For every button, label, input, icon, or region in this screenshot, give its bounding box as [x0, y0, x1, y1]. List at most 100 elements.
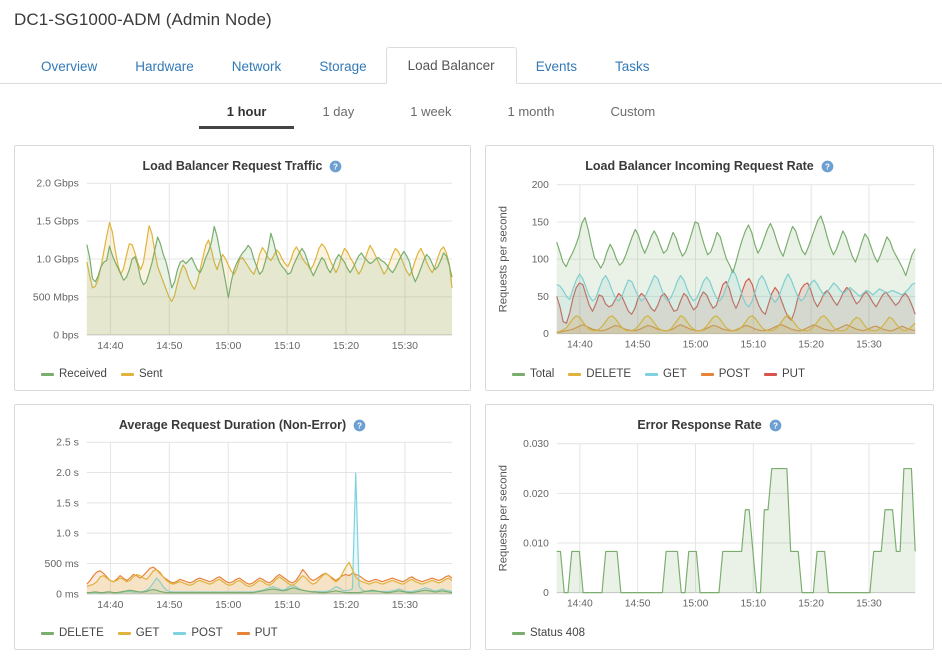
legend-load-balancer-request-traffic: Received Sent — [23, 368, 462, 380]
svg-text:?: ? — [773, 421, 778, 430]
legend-item-post[interactable]: POST — [701, 368, 750, 380]
panel-load-balancer-request-traffic: Load Balancer Request Traffic? 0 bps 500 M… — [14, 145, 471, 391]
svg-text:?: ? — [333, 162, 338, 171]
svg-text:15:00: 15:00 — [215, 600, 241, 611]
svg-text:1.5 s: 1.5 s — [56, 498, 79, 509]
svg-text:15:30: 15:30 — [392, 600, 418, 611]
svg-text:14:40: 14:40 — [567, 598, 593, 609]
legend-swatch-icon — [645, 373, 658, 376]
help-icon[interactable]: ? — [821, 160, 834, 173]
legend-label: GET — [136, 627, 160, 639]
time-range-custom[interactable]: Custom — [582, 100, 683, 129]
svg-text:15:30: 15:30 — [856, 598, 882, 609]
legend-swatch-icon — [701, 373, 714, 376]
panel-title-load-balancer-request-traffic: Load Balancer Request Traffic? — [23, 152, 462, 175]
svg-text:0 ms: 0 ms — [56, 589, 79, 600]
help-icon[interactable]: ? — [769, 419, 782, 432]
tab-load-balancer[interactable]: Load Balancer — [386, 47, 517, 84]
legend-swatch-icon — [173, 632, 186, 635]
legend-label: DELETE — [59, 627, 104, 639]
svg-text:?: ? — [357, 421, 362, 430]
legend-swatch-icon — [764, 373, 777, 376]
svg-text:1.0 Gbps: 1.0 Gbps — [36, 255, 78, 266]
help-icon[interactable]: ? — [329, 160, 342, 173]
svg-text:2.5 s: 2.5 s — [56, 438, 79, 449]
panel-title-text: Load Balancer Request Traffic — [143, 159, 323, 173]
legend-swatch-icon — [512, 373, 525, 376]
time-range-1-day[interactable]: 1 day — [294, 100, 382, 129]
svg-text:15:00: 15:00 — [683, 598, 709, 609]
svg-text:15:10: 15:10 — [274, 341, 300, 352]
svg-text:14:40: 14:40 — [97, 341, 123, 352]
legend-label: Received — [59, 368, 107, 380]
legend-item-total[interactable]: Total — [512, 368, 554, 380]
svg-text:0: 0 — [543, 329, 549, 340]
svg-text:Requests per second: Requests per second — [498, 206, 510, 312]
chart-svg-error-response-rate: 00.0100.0200.03014:4014:5015:0015:1015:2… — [494, 434, 925, 620]
svg-text:Requests per second: Requests per second — [498, 465, 510, 571]
panel-error-response-rate: Error Response Rate?00.0100.0200.03014:4… — [485, 404, 934, 650]
svg-text:15:30: 15:30 — [392, 341, 418, 352]
legend-item-get[interactable]: GET — [645, 368, 687, 380]
svg-text:14:50: 14:50 — [625, 339, 651, 350]
svg-text:2.0 s: 2.0 s — [56, 468, 79, 479]
legend-item-status-408[interactable]: Status 408 — [512, 627, 585, 639]
svg-text:14:40: 14:40 — [567, 339, 593, 350]
tab-hardware[interactable]: Hardware — [116, 49, 213, 84]
svg-text:0.020: 0.020 — [523, 489, 549, 500]
svg-text:0: 0 — [543, 588, 549, 599]
svg-text:15:10: 15:10 — [274, 600, 300, 611]
panel-title-error-response-rate: Error Response Rate? — [494, 411, 925, 434]
legend-item-delete[interactable]: DELETE — [41, 627, 104, 639]
legend-swatch-icon — [41, 373, 54, 376]
svg-text:15:00: 15:00 — [215, 341, 241, 352]
chart-svg-average-request-duration-non-error: 0 ms500 ms1.0 s1.5 s2.0 s2.5 s14:4014:50… — [23, 434, 462, 620]
svg-text:2.0 Gbps: 2.0 Gbps — [36, 179, 78, 190]
legend-label: Status 408 — [530, 627, 585, 639]
panel-title-text: Load Balancer Incoming Request Rate — [585, 159, 814, 173]
tab-tasks[interactable]: Tasks — [596, 49, 669, 84]
legend-swatch-icon — [118, 632, 131, 635]
legend-label: DELETE — [586, 368, 631, 380]
panel-average-request-duration-non-error: Average Request Duration (Non-Error)?0 m… — [14, 404, 471, 650]
svg-text:14:40: 14:40 — [97, 600, 123, 611]
tab-overview[interactable]: Overview — [22, 49, 116, 84]
svg-text:15:20: 15:20 — [333, 600, 359, 611]
svg-text:500 Mbps: 500 Mbps — [33, 292, 79, 303]
legend-swatch-icon — [121, 373, 134, 376]
svg-text:0 bps: 0 bps — [53, 330, 79, 341]
time-range-1-month[interactable]: 1 month — [479, 100, 582, 129]
svg-text:15:20: 15:20 — [798, 339, 824, 350]
svg-text:15:20: 15:20 — [333, 341, 359, 352]
legend-label: Sent — [139, 368, 163, 380]
time-range-selector: 1 hour1 day1 week1 monthCustom — [0, 100, 942, 129]
legend-item-get[interactable]: GET — [118, 627, 160, 639]
legend-label: PUT — [782, 368, 805, 380]
legend-item-put[interactable]: PUT — [237, 627, 278, 639]
legend-label: POST — [719, 368, 750, 380]
legend-label: GET — [663, 368, 687, 380]
legend-swatch-icon — [237, 632, 250, 635]
legend-average-request-duration-non-error: DELETE GET POST PUT — [23, 627, 462, 639]
legend-error-response-rate: Status 408 — [494, 627, 925, 639]
legend-swatch-icon — [568, 373, 581, 376]
legend-item-put[interactable]: PUT — [764, 368, 805, 380]
tab-events[interactable]: Events — [517, 49, 596, 84]
panel-load-balancer-incoming-request-rate: Load Balancer Incoming Request Rate?0501… — [485, 145, 934, 391]
tab-storage[interactable]: Storage — [300, 49, 385, 84]
legend-item-received[interactable]: Received — [41, 368, 107, 380]
help-icon[interactable]: ? — [353, 419, 366, 432]
svg-text:14:50: 14:50 — [156, 600, 182, 611]
legend-item-delete[interactable]: DELETE — [568, 368, 631, 380]
legend-item-post[interactable]: POST — [173, 627, 222, 639]
tab-network[interactable]: Network — [213, 49, 301, 84]
svg-text:15:00: 15:00 — [683, 339, 709, 350]
svg-text:15:30: 15:30 — [856, 339, 882, 350]
svg-text:0.030: 0.030 — [523, 439, 549, 450]
time-range-1-hour[interactable]: 1 hour — [199, 100, 295, 129]
legend-label: POST — [191, 627, 222, 639]
svg-text:1.0 s: 1.0 s — [56, 529, 79, 540]
svg-text:15:10: 15:10 — [740, 598, 766, 609]
legend-item-sent[interactable]: Sent — [121, 368, 163, 380]
time-range-1-week[interactable]: 1 week — [382, 100, 479, 129]
